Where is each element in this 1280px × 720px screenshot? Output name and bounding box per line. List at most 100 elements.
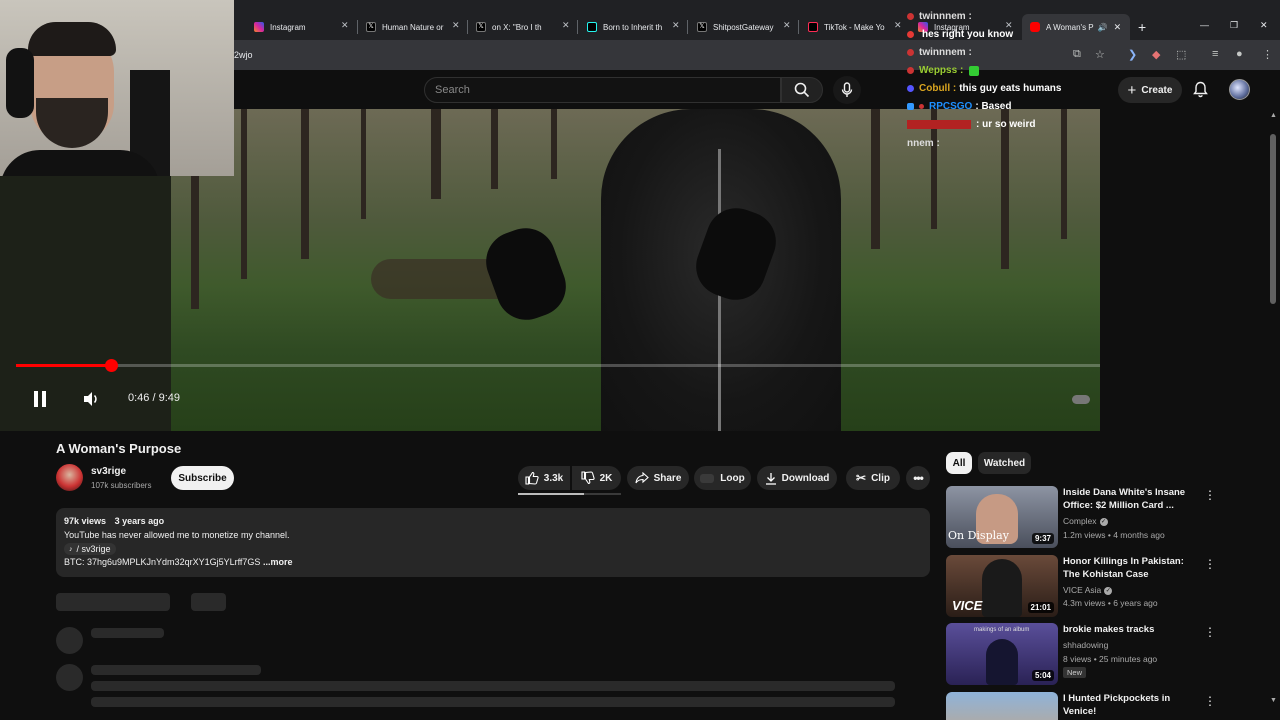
description-box[interactable]: 97k views 3 years ago YouTube has never …	[56, 508, 930, 577]
close-window-icon[interactable]: ✕	[1260, 20, 1268, 31]
search-box[interactable]: Search	[424, 77, 781, 103]
more-vertical-icon[interactable]: ⋮	[1204, 557, 1216, 571]
video-title[interactable]: I Hunted Pickpockets in Venice!	[1063, 692, 1203, 718]
more-actions-button[interactable]: •••	[906, 466, 930, 490]
video-title[interactable]: brokie makes tracks	[1063, 623, 1203, 636]
search-icon	[794, 82, 810, 98]
media-control-icon[interactable]: ≡	[1212, 48, 1218, 60]
clip-button[interactable]: ✂ Clip	[846, 466, 900, 490]
extension-icon[interactable]: ◆	[1152, 48, 1160, 61]
share-button[interactable]: Share	[627, 466, 689, 490]
subscribe-button[interactable]: Subscribe	[171, 466, 234, 490]
time-display: 0:46 / 9:49	[128, 392, 180, 404]
progress-bar[interactable]	[16, 364, 1100, 367]
page-scrollbar[interactable]	[1270, 134, 1276, 304]
recommended-video[interactable]: VICE 21:01 Honor Killings In Pakistan: T…	[946, 555, 1226, 619]
video-frame[interactable]	[171, 109, 1100, 431]
video-title[interactable]: Inside Dana White's Insane Office: $2 Mi…	[1063, 486, 1203, 512]
browser-menu-icon[interactable]: ⋮	[1262, 48, 1273, 61]
channel-name[interactable]: sv3rige	[91, 466, 126, 477]
chat-text: : Based	[975, 101, 1012, 112]
chat-username: Weppss :	[919, 65, 964, 76]
browser-tab[interactable]: 𝕏 Human Nature or	[366, 16, 443, 38]
search-input[interactable]: Search	[435, 84, 470, 96]
filter-chip-all[interactable]: All	[946, 452, 972, 474]
channel-avatar[interactable]	[56, 464, 83, 491]
chat-text: this guy eats humans	[959, 83, 1062, 94]
url-text[interactable]: 2wjo	[234, 50, 253, 60]
thumbnail-caption: VICE	[952, 598, 983, 613]
headset	[6, 48, 34, 118]
restore-icon[interactable]: ❐	[1230, 20, 1238, 31]
chat-message: twinnnem :	[907, 11, 975, 22]
tab-close-icon[interactable]: ✕	[562, 20, 570, 31]
more-vertical-icon[interactable]: ⋮	[1204, 625, 1216, 639]
video-duration: 9:37	[1031, 533, 1054, 544]
channel-name[interactable]: shhadowing	[1063, 640, 1108, 650]
scrubber-handle[interactable]	[105, 359, 118, 372]
chat-message: Weppss :	[907, 65, 980, 76]
download-button[interactable]: Download	[757, 466, 837, 490]
tab-separator	[577, 20, 578, 34]
pause-button[interactable]	[30, 389, 50, 409]
instagram-icon	[254, 22, 264, 32]
extensions-puzzle-icon[interactable]: ⬚	[1176, 48, 1186, 61]
voice-search-button[interactable]	[833, 76, 861, 104]
share-label: Share	[653, 472, 682, 484]
filter-chip-watched[interactable]: Watched	[978, 452, 1031, 474]
subscriber-count: 107k subscribers	[91, 481, 152, 490]
more-horizontal-icon: •••	[913, 471, 924, 485]
scroll-down-icon[interactable]: ▼	[1270, 697, 1277, 704]
account-avatar[interactable]	[1229, 79, 1250, 100]
browser-tab[interactable]: TikTok - Make Yo	[808, 16, 885, 38]
chat-badge-icon	[907, 85, 914, 92]
video-thumbnail[interactable]: VICE 21:01	[946, 555, 1058, 617]
browser-tab[interactable]: Instagram	[254, 16, 306, 38]
video-thumbnail[interactable]: On Display 9:37	[946, 486, 1058, 548]
video-thumbnail[interactable]: makings of an album 5:04	[946, 623, 1058, 685]
tab-close-icon[interactable]: ✕	[783, 20, 791, 31]
loading-placeholder	[91, 665, 261, 675]
like-button[interactable]: 3.3k	[518, 466, 570, 490]
profile-avatar-icon[interactable]: ●	[1236, 48, 1243, 60]
channel-name[interactable]: VICE Asia ✓	[1063, 585, 1113, 595]
autoplay-toggle[interactable]	[1072, 389, 1090, 409]
minimize-icon[interactable]: —	[1200, 20, 1209, 30]
description-channel-tag[interactable]: ♪ / sv3rige	[64, 543, 116, 555]
tab-close-icon[interactable]: ✕	[672, 20, 680, 31]
notifications-bell-icon[interactable]	[1193, 81, 1208, 98]
tab-close-icon[interactable]: ✕	[341, 20, 349, 31]
recommended-video[interactable]: I Hunted Pickpockets in Venice! ⋮	[946, 692, 1226, 720]
chat-badge-icon	[907, 13, 914, 20]
browser-tab[interactable]: 𝕏 ShitpostGateway	[697, 16, 773, 38]
browser-tab[interactable]: Born to Inherit th	[587, 16, 662, 38]
tree-trunk	[361, 109, 366, 219]
chat-badge-icon	[907, 31, 914, 38]
video-title[interactable]: Honor Killings In Pakistan: The Kohistan…	[1063, 555, 1203, 581]
tab-label: TikTok - Make Yo	[824, 22, 885, 32]
more-vertical-icon[interactable]: ⋮	[1204, 694, 1216, 708]
create-button[interactable]: + Create	[1118, 77, 1182, 103]
chat-username: twinnnem :	[919, 47, 972, 58]
search-button[interactable]	[781, 77, 823, 103]
loop-button[interactable]: Loop	[694, 466, 751, 490]
more-vertical-icon[interactable]: ⋮	[1204, 488, 1216, 502]
new-tab-icon[interactable]: +	[1138, 19, 1146, 35]
tiktok-icon	[587, 22, 597, 32]
tab-label: Human Nature or	[382, 22, 444, 32]
channel-name-text: VICE Asia	[1063, 585, 1102, 595]
tab-close-icon[interactable]: ✕	[452, 20, 460, 31]
recommended-video[interactable]: On Display 9:37 Inside Dana White's Insa…	[946, 486, 1226, 550]
description-line: YouTube has never allowed me to monetize…	[64, 530, 290, 540]
chat-text: : ur so weird	[976, 119, 1036, 130]
dislike-button[interactable]: 2K	[572, 466, 621, 490]
extension-icon[interactable]: ❯	[1128, 48, 1137, 61]
recommended-video[interactable]: makings of an album 5:04 brokie makes tr…	[946, 623, 1226, 687]
scroll-up-icon[interactable]: ▲	[1270, 112, 1277, 119]
video-thumbnail[interactable]	[946, 692, 1058, 720]
show-more-link[interactable]: ...more	[263, 557, 293, 567]
volume-button[interactable]	[81, 389, 101, 409]
tab-close-icon[interactable]: ✕	[894, 20, 902, 31]
browser-tab[interactable]: 𝕏 on X: "Bro I th	[476, 16, 542, 38]
channel-name[interactable]: Complex ✓	[1063, 516, 1108, 526]
